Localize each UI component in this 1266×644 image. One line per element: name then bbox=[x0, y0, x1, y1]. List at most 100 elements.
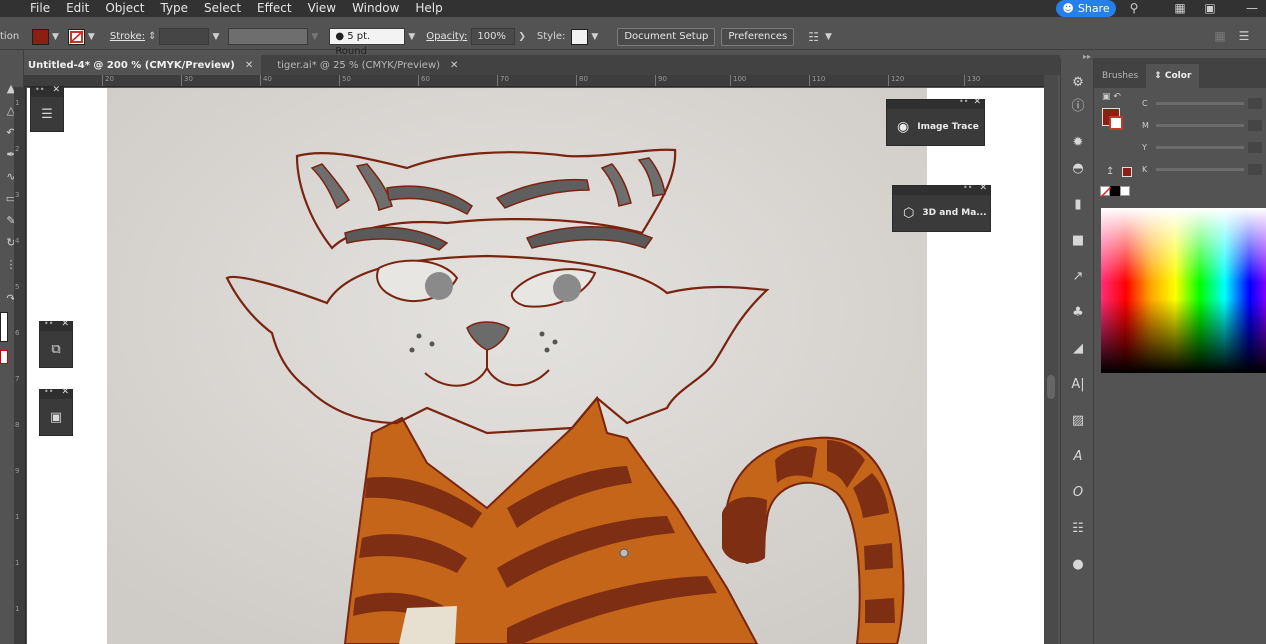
stroke-weight-dropdown-icon[interactable]: ▼ bbox=[212, 32, 219, 42]
tab-tiger-ai[interactable]: tiger.ai* @ 25 % (CMYK/Preview) ✕ bbox=[273, 55, 466, 75]
stroke-color-box[interactable] bbox=[1109, 116, 1123, 130]
gamut-swatch[interactable] bbox=[1122, 167, 1132, 177]
stroke-weight-field[interactable] bbox=[159, 28, 210, 45]
menu-type[interactable]: Type bbox=[152, 0, 196, 17]
color-spectrum[interactable] bbox=[1101, 208, 1266, 373]
yellow-slider[interactable] bbox=[1156, 145, 1244, 149]
menu-file[interactable]: File bbox=[22, 0, 58, 17]
canvas-scrollbar[interactable] bbox=[1044, 75, 1058, 644]
pathfinder-panel[interactable]: •• ✕ ⧉ bbox=[39, 319, 73, 368]
fill-dropdown-icon[interactable]: ▼ bbox=[52, 32, 59, 42]
tab-brushes[interactable]: Brushes bbox=[1094, 64, 1146, 88]
arrange-dropdown-icon[interactable]: ▼ bbox=[825, 32, 832, 42]
magenta-value[interactable] bbox=[1248, 119, 1262, 131]
opacity-arrow-icon[interactable]: ❯ bbox=[518, 32, 526, 42]
tiger-artwork[interactable] bbox=[27, 88, 1044, 644]
minimize-icon[interactable]: — bbox=[1244, 1, 1260, 15]
menu-object[interactable]: Object bbox=[97, 0, 152, 17]
none-swatch[interactable] bbox=[1100, 186, 1111, 197]
yellow-slider-row[interactable]: Y bbox=[1142, 140, 1262, 154]
brush-dropdown-icon[interactable]: ▼ bbox=[408, 32, 415, 42]
profile-dropdown-icon[interactable]: ▼ bbox=[311, 32, 318, 42]
arrange-icon[interactable]: ☷ bbox=[808, 30, 819, 44]
properties-icon[interactable]: ▣ bbox=[40, 399, 72, 435]
close-icon[interactable]: ✕ bbox=[61, 319, 69, 329]
align-icon[interactable]: ▮ bbox=[1069, 196, 1087, 214]
black-swatch[interactable] bbox=[1110, 186, 1120, 196]
menu-effect[interactable]: Effect bbox=[249, 0, 300, 17]
appearance-icon[interactable]: ⚙ bbox=[1069, 74, 1087, 92]
transform-icon[interactable]: ◓ bbox=[1069, 160, 1087, 178]
3d-materials-panel[interactable]: •• ✕ ⬡ 3D and Ma... bbox=[892, 183, 991, 232]
pathfinder-icon[interactable]: ⧉ bbox=[40, 331, 72, 367]
tab-color[interactable]: ⇕ Color bbox=[1146, 64, 1200, 88]
preferences-button[interactable]: Preferences bbox=[721, 27, 795, 46]
default-colors-icon[interactable]: ▣ ↶ bbox=[1102, 92, 1121, 102]
close-icon[interactable]: ✕ bbox=[52, 85, 60, 95]
close-icon[interactable]: ✕ bbox=[245, 60, 253, 71]
cyan-slider[interactable] bbox=[1156, 101, 1244, 105]
close-icon[interactable]: ✕ bbox=[979, 183, 987, 193]
variable-width-profile[interactable] bbox=[228, 28, 309, 45]
close-icon[interactable]: ✕ bbox=[450, 60, 458, 71]
menu-help[interactable]: Help bbox=[407, 0, 450, 17]
stroke-swatch[interactable] bbox=[67, 28, 85, 45]
color-guide-icon[interactable]: ● bbox=[1069, 556, 1087, 574]
opacity-label[interactable]: Opacity: bbox=[426, 31, 467, 42]
vertical-ruler[interactable]: 1 2 3 4 5 6 7 8 9 1 1 1 bbox=[14, 87, 26, 644]
export-icon[interactable]: ↗ bbox=[1069, 268, 1087, 286]
info-icon[interactable]: ⓘ bbox=[1069, 98, 1087, 116]
out-of-gamut-icon[interactable]: ↥ bbox=[1106, 166, 1114, 177]
stroke-icon[interactable]: ▨ bbox=[1069, 412, 1087, 430]
white-swatch[interactable] bbox=[1120, 186, 1130, 196]
gradient-icon[interactable]: ◢ bbox=[1069, 340, 1087, 358]
collapse-icon[interactable]: ▸▸ bbox=[1083, 52, 1091, 61]
cyan-slider-row[interactable]: C bbox=[1142, 96, 1262, 110]
horizontal-ruler[interactable]: 20 30 40 50 60 70 80 90 100 110 120 130 bbox=[24, 75, 1044, 87]
image-trace-panel[interactable]: •• ✕ ◉ Image Trace bbox=[886, 97, 985, 146]
yellow-value[interactable] bbox=[1248, 141, 1262, 153]
opacity-field[interactable]: 100% bbox=[471, 28, 516, 45]
character-icon[interactable]: A| bbox=[1069, 376, 1087, 394]
stroke-dropdown-icon[interactable]: ▼ bbox=[88, 32, 95, 42]
layers-panel[interactable]: •• ✕ ☰ bbox=[30, 85, 64, 132]
opentype-icon[interactable]: O bbox=[1069, 484, 1087, 502]
black-slider-row[interactable]: K bbox=[1142, 162, 1262, 176]
cyan-value[interactable] bbox=[1248, 97, 1262, 109]
black-value[interactable] bbox=[1248, 163, 1262, 175]
glyphs-icon[interactable]: A bbox=[1069, 448, 1087, 466]
menu-view[interactable]: View bbox=[300, 0, 344, 17]
stroke-color-chip[interactable] bbox=[0, 350, 8, 364]
panel-options-icon[interactable]: ☰ bbox=[1236, 29, 1252, 43]
stroke-weight-stepper[interactable]: ⇕ bbox=[148, 31, 156, 42]
close-icon[interactable]: ✕ bbox=[973, 97, 981, 107]
image-trace-label[interactable]: Image Trace bbox=[917, 122, 979, 132]
stroke-label[interactable]: Stroke: bbox=[110, 31, 145, 42]
3d-materials-label[interactable]: 3D and Ma... bbox=[922, 208, 986, 218]
tab-untitled-4[interactable]: Untitled-4* @ 200 % (CMYK/Preview) ✕ bbox=[24, 55, 262, 75]
fill-swatch[interactable] bbox=[32, 28, 49, 45]
panel-grid-icon[interactable]: ▦ bbox=[1212, 29, 1228, 43]
menu-select[interactable]: Select bbox=[196, 0, 249, 17]
black-slider[interactable] bbox=[1156, 167, 1244, 171]
document-setup-button[interactable]: Document Setup bbox=[617, 27, 716, 46]
close-icon[interactable]: ✕ bbox=[61, 387, 69, 397]
symbols-icon[interactable]: ✹ bbox=[1069, 134, 1087, 152]
graphic-styles-icon[interactable]: ♣ bbox=[1069, 304, 1087, 322]
style-swatch[interactable] bbox=[571, 28, 589, 45]
share-button[interactable]: ☻ Share bbox=[1056, 0, 1116, 17]
search-icon[interactable]: ⚲ bbox=[1126, 1, 1142, 15]
workspace-icon[interactable]: ▦ bbox=[1172, 1, 1188, 15]
scrollbar-thumb[interactable] bbox=[1047, 375, 1055, 399]
layers-icon[interactable]: ☰ bbox=[31, 97, 63, 131]
fill-color-chip[interactable] bbox=[0, 312, 8, 342]
transparency-icon[interactable]: ■ bbox=[1069, 232, 1087, 250]
brush-definition-field[interactable]: ● 5 pt. Round bbox=[329, 28, 406, 57]
arrange-documents-icon[interactable]: ▣ bbox=[1202, 1, 1218, 15]
style-dropdown-icon[interactable]: ▼ bbox=[591, 32, 598, 42]
properties-panel[interactable]: •• ✕ ▣ bbox=[39, 387, 73, 436]
menu-window[interactable]: Window bbox=[344, 0, 407, 17]
artboards-icon[interactable]: ☷ bbox=[1069, 520, 1087, 538]
menu-edit[interactable]: Edit bbox=[58, 0, 97, 17]
magenta-slider-row[interactable]: M bbox=[1142, 118, 1262, 132]
